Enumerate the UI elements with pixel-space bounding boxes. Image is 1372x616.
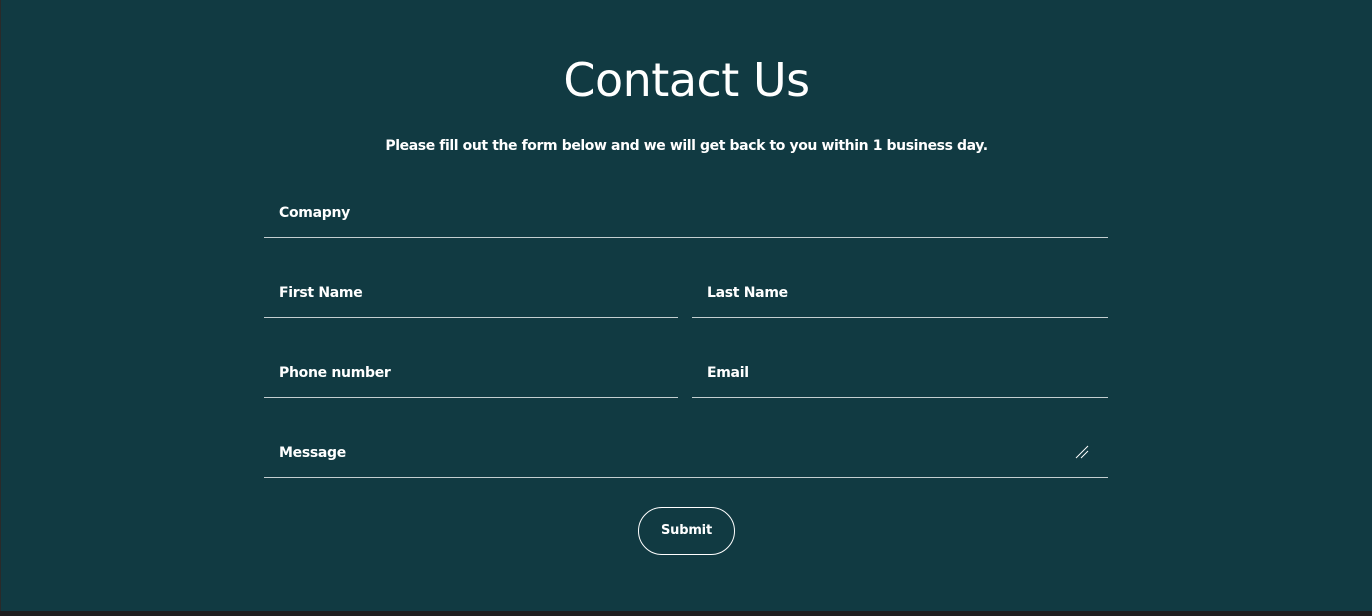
email-placeholder: Email [707,365,749,381]
message-textarea[interactable]: Message [264,420,1108,478]
contact-section: Contact Us Please fill out the form belo… [1,0,1372,611]
page-subtitle: Please fill out the form below and we wi… [385,138,988,154]
message-placeholder: Message [279,445,346,461]
page-title: Contact Us [563,53,810,107]
phone-placeholder: Phone number [279,365,391,381]
last-name-placeholder: Last Name [707,285,788,301]
last-name-field[interactable]: Last Name [692,260,1108,318]
resize-handle-icon[interactable] [1074,444,1090,460]
first-name-placeholder: First Name [279,285,363,301]
company-placeholder: Comapny [279,205,350,221]
company-field[interactable]: Comapny [264,180,1108,238]
footer-edge [0,611,1372,616]
first-name-field[interactable]: First Name [264,260,678,318]
email-field[interactable]: Email [692,340,1108,398]
submit-button[interactable]: Submit [638,507,735,555]
phone-field[interactable]: Phone number [264,340,678,398]
